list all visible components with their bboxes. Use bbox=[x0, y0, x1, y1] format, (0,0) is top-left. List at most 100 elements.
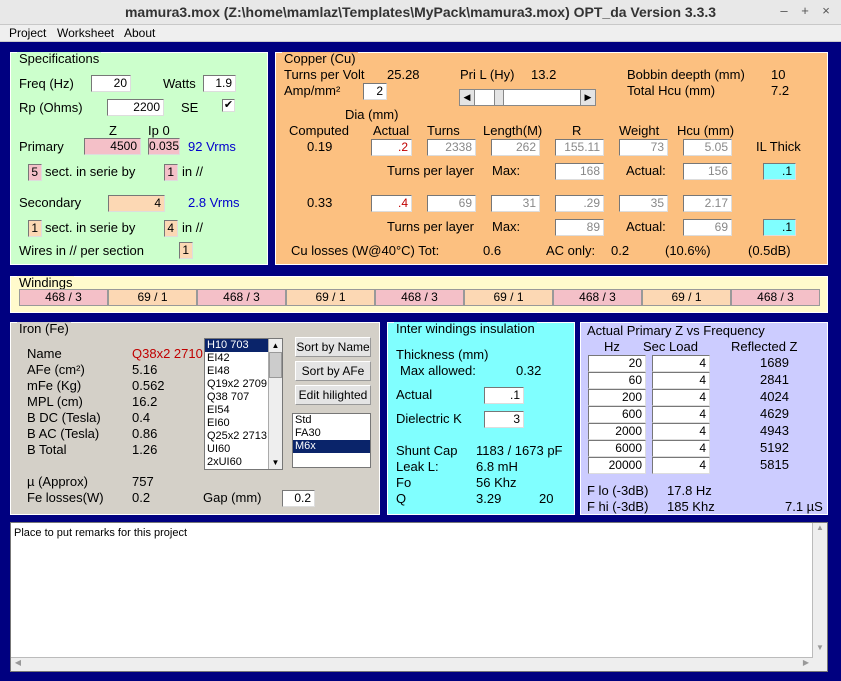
freq-row-load-input[interactable]: 4 bbox=[652, 355, 710, 372]
freq-row-hz-input[interactable]: 6000 bbox=[588, 440, 646, 457]
winding-cell[interactable]: 468 / 3 bbox=[375, 289, 464, 306]
material-list-item[interactable]: FA30 bbox=[293, 427, 370, 440]
wires-input[interactable]: 1 bbox=[179, 242, 193, 259]
cu-losses-total: 0.6 bbox=[483, 243, 502, 258]
max-allowed-label: Max allowed: bbox=[400, 363, 476, 378]
primary-ip0-input[interactable]: 0.035 bbox=[148, 138, 180, 155]
turns-per-volt-label: Turns per Volt bbox=[284, 67, 365, 82]
core-list[interactable]: H10 703 EI42 EI48 Q19x2 2709 Q38 707 EI5… bbox=[204, 338, 283, 470]
winding-cell[interactable]: 468 / 3 bbox=[197, 289, 286, 306]
slider-right-arrow-icon[interactable]: ▶ bbox=[580, 90, 595, 105]
fo-label: Fo bbox=[396, 475, 412, 490]
secondary-z-input[interactable]: 4 bbox=[108, 195, 165, 212]
menu-worksheet[interactable]: Worksheet bbox=[57, 26, 114, 40]
slider-thumb[interactable] bbox=[494, 90, 504, 105]
amp-slider[interactable]: ◀ ▶ bbox=[459, 89, 596, 106]
dielectric-k-input[interactable]: 3 bbox=[484, 411, 524, 428]
total-hcu-label: Total Hcu (mm) bbox=[627, 83, 716, 98]
leak-l-label: Leak L: bbox=[396, 459, 439, 474]
primary-parallel-input[interactable]: 1 bbox=[164, 164, 178, 181]
core-list-scrollbar[interactable]: ▲ ▼ bbox=[268, 339, 282, 469]
primary-sections-input[interactable]: 5 bbox=[28, 164, 42, 181]
freq-row-z: 4024 bbox=[760, 389, 789, 404]
z-vs-frequency-legend: Actual Primary Z vs Frequency bbox=[585, 323, 767, 338]
freq-row-hz-input[interactable]: 600 bbox=[588, 406, 646, 423]
winding-cell[interactable]: 69 / 1 bbox=[642, 289, 731, 306]
afe-label: AFe (cm²) bbox=[27, 362, 85, 377]
winding-cell[interactable]: 468 / 3 bbox=[731, 289, 820, 306]
winding-cell[interactable]: 468 / 3 bbox=[553, 289, 642, 306]
mu-value: 757 bbox=[132, 474, 154, 489]
sort-by-name-button[interactable]: Sort by Name bbox=[295, 337, 371, 357]
freq-row-hz-input[interactable]: 2000 bbox=[588, 423, 646, 440]
minimize-icon[interactable]: – bbox=[776, 3, 792, 21]
scroll-down-icon[interactable]: ▼ bbox=[813, 643, 827, 657]
winding-cell[interactable]: 468 / 3 bbox=[19, 289, 108, 306]
se-checkbox[interactable]: ✔ bbox=[222, 99, 235, 112]
turns-per-volt-value: 25.28 bbox=[387, 67, 420, 82]
mpl-label: MPL (cm) bbox=[27, 394, 83, 409]
scroll-left-icon[interactable]: ◀ bbox=[11, 658, 25, 671]
secondary-parallel-input[interactable]: 4 bbox=[164, 220, 178, 237]
ac-only-percent: (10.6%) bbox=[665, 243, 711, 258]
scroll-right-icon[interactable]: ▶ bbox=[799, 658, 813, 671]
material-list-item[interactable]: M6x bbox=[293, 440, 370, 453]
freq-row-z: 4943 bbox=[760, 423, 789, 438]
watts-input[interactable]: 1.9 bbox=[203, 75, 236, 92]
z-label: Z bbox=[109, 123, 117, 138]
freq-row-load-input[interactable]: 4 bbox=[652, 423, 710, 440]
freq-row-hz-input[interactable]: 20000 bbox=[588, 457, 646, 474]
primary-il-thick-input[interactable]: .1 bbox=[763, 163, 796, 180]
computed-header: Computed bbox=[289, 123, 349, 138]
remarks-vertical-scrollbar[interactable]: ▲ ▼ bbox=[812, 523, 827, 671]
freq-row-hz-input[interactable]: 60 bbox=[588, 372, 646, 389]
freq-row-load-input[interactable]: 4 bbox=[652, 389, 710, 406]
scroll-down-icon[interactable]: ▼ bbox=[269, 456, 282, 469]
material-list-item[interactable]: Std bbox=[293, 414, 370, 427]
amp-input[interactable]: 2 bbox=[363, 83, 387, 100]
primary-z-input[interactable]: 4500 bbox=[84, 138, 141, 155]
f-hi-label: F hi (-3dB) bbox=[587, 499, 649, 514]
secondary-label: Secondary bbox=[19, 195, 82, 210]
freq-input[interactable]: 20 bbox=[91, 75, 131, 92]
freq-row-load-input[interactable]: 4 bbox=[652, 440, 710, 457]
remarks-horizontal-scrollbar[interactable]: ◀ ▶ bbox=[11, 657, 813, 671]
primary-weight: 73 bbox=[619, 139, 668, 156]
insulation-legend: Inter windings insulation bbox=[394, 321, 537, 336]
edit-highlighted-button[interactable]: Edit hilighted bbox=[295, 385, 371, 405]
scroll-up-icon[interactable]: ▲ bbox=[813, 523, 827, 537]
sort-by-afe-button[interactable]: Sort by AFe bbox=[295, 361, 371, 381]
winding-cell[interactable]: 69 / 1 bbox=[108, 289, 197, 306]
thickness-label: Thickness (mm) bbox=[396, 347, 489, 362]
freq-row-hz-input[interactable]: 20 bbox=[588, 355, 646, 372]
secondary-il-thick-input[interactable]: .1 bbox=[763, 219, 796, 236]
freq-row-load-input[interactable]: 4 bbox=[652, 406, 710, 423]
menu-about[interactable]: About bbox=[124, 26, 155, 40]
winding-cell[interactable]: 69 / 1 bbox=[286, 289, 375, 306]
fo-value: 56 Khz bbox=[476, 475, 517, 490]
menu-project[interactable]: Project bbox=[9, 26, 46, 40]
secondary-sections-input[interactable]: 1 bbox=[28, 220, 42, 237]
material-list[interactable]: Std FA30 M6x bbox=[292, 413, 371, 468]
remarks-textarea[interactable]: Place to put remarks for this project ▲ … bbox=[10, 522, 828, 672]
gap-input[interactable]: 0.2 bbox=[282, 490, 315, 507]
secondary-actual-dia-input[interactable]: .4 bbox=[371, 195, 412, 212]
secondary-weight: 35 bbox=[619, 195, 668, 212]
insulation-panel: Inter windings insulation Thickness (mm)… bbox=[387, 322, 575, 515]
rp-input[interactable]: 2200 bbox=[107, 99, 164, 116]
winding-cell[interactable]: 69 / 1 bbox=[464, 289, 553, 306]
secondary-actual-label: Actual: bbox=[626, 219, 666, 234]
maximize-icon[interactable]: + bbox=[797, 3, 813, 21]
freq-row-load-input[interactable]: 4 bbox=[652, 457, 710, 474]
bdc-label: B DC (Tesla) bbox=[27, 410, 101, 425]
fe-losses-label: Fe losses(W) bbox=[27, 490, 104, 505]
freq-row-load-input[interactable]: 4 bbox=[652, 372, 710, 389]
scroll-thumb[interactable] bbox=[269, 352, 282, 378]
scroll-up-icon[interactable]: ▲ bbox=[269, 339, 282, 352]
close-icon[interactable]: × bbox=[818, 3, 834, 21]
freq-row-hz-input[interactable]: 200 bbox=[588, 389, 646, 406]
primary-actual-dia-input[interactable]: .2 bbox=[371, 139, 412, 156]
actual-thickness-input[interactable]: .1 bbox=[484, 387, 524, 404]
slider-left-arrow-icon[interactable]: ◀ bbox=[460, 90, 475, 105]
mu-label: µ (Approx) bbox=[27, 474, 88, 489]
